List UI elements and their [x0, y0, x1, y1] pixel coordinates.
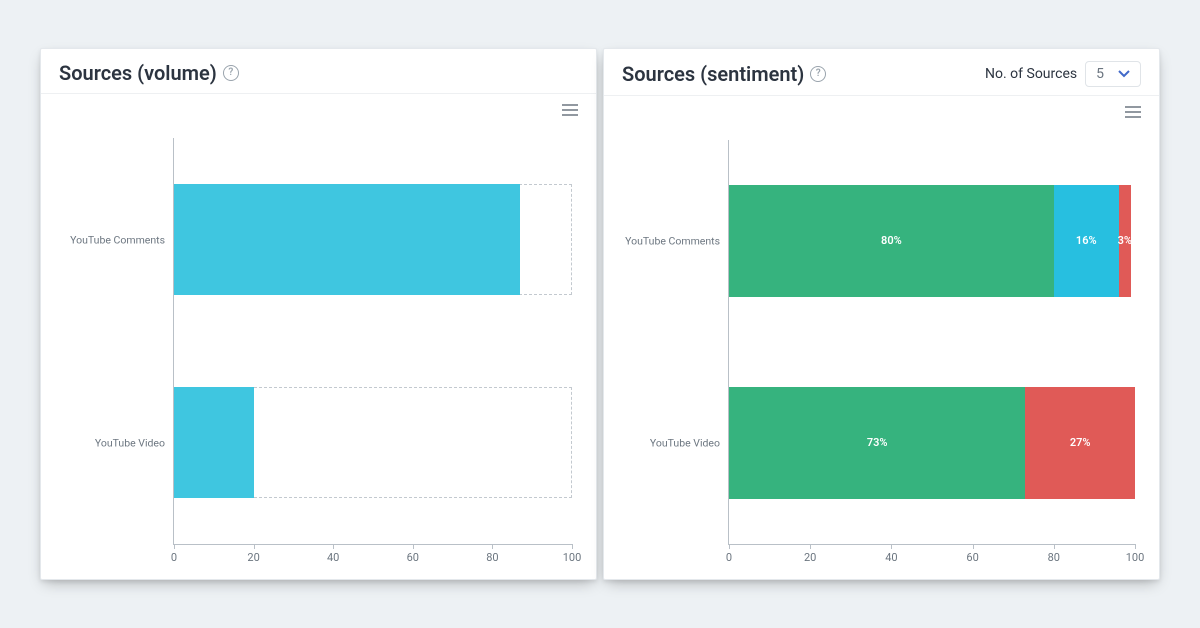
panel-title-text: Sources (volume) — [59, 61, 217, 85]
x-tick-mark — [413, 544, 414, 549]
hamburger-icon — [562, 104, 578, 116]
x-tick-mark — [1135, 544, 1136, 549]
x-tick-label: 20 — [247, 551, 259, 564]
bar-segment[interactable]: 16% — [1054, 185, 1119, 296]
chart-area-sentiment: 0 20 40 60 80 100 80%16%3% 73%27% YouTube Commen… — [604, 96, 1159, 579]
x-tick-mark — [973, 544, 974, 549]
x-tick-mark — [729, 544, 730, 549]
panel-title: Sources (sentiment) ? — [622, 62, 826, 86]
sentiment-chart: 02040608010080%16%3%73%27%YouTube Commen… — [618, 140, 1141, 545]
y-axis-label: YouTube Video — [618, 437, 720, 450]
help-icon[interactable]: ? — [810, 66, 826, 82]
sources-count-value: 5 — [1096, 66, 1104, 82]
x-tick-label: 100 — [563, 551, 582, 564]
plot-area: 020406080100 — [173, 138, 572, 545]
x-tick-label: 60 — [966, 551, 978, 564]
x-tick-mark — [891, 544, 892, 549]
sources-count-select[interactable]: 5 — [1085, 61, 1141, 87]
dashboard-row: Sources (volume) ? 020406080100YouTube C… — [0, 0, 1200, 628]
bar[interactable] — [174, 184, 520, 296]
x-tick-label: 100 — [1126, 551, 1145, 564]
sources-count-label: No. of Sources — [985, 66, 1077, 82]
plot-area: 02040608010080%16%3%73%27% — [728, 140, 1135, 545]
x-tick-mark — [254, 544, 255, 549]
x-tick-mark — [174, 544, 175, 549]
x-tick-mark — [333, 544, 334, 549]
x-tick-label: 20 — [804, 551, 816, 564]
panel-sources-volume: Sources (volume) ? 020406080100YouTube C… — [40, 48, 597, 580]
chevron-down-icon — [1118, 66, 1130, 82]
chart-menu-button[interactable] — [562, 104, 578, 116]
hamburger-icon — [1125, 106, 1141, 118]
bar-segment[interactable]: 73% — [729, 387, 1025, 498]
panel-sources-sentiment: Sources (sentiment) ? No. of Sources 5 0… — [603, 48, 1160, 580]
panel-header: Sources (sentiment) ? No. of Sources 5 — [604, 49, 1159, 96]
x-tick-mark — [810, 544, 811, 549]
panel-title: Sources (volume) ? — [59, 61, 239, 85]
x-tick-mark — [572, 544, 573, 549]
bar[interactable] — [174, 387, 254, 499]
x-tick-label: 80 — [486, 551, 498, 564]
chart-area-volume: 020406080100YouTube CommentsYouTube Vide… — [41, 94, 596, 579]
panel-header: Sources (volume) ? — [41, 49, 596, 94]
volume-chart: 020406080100 YouTube Comments YouTube Vide… — [55, 138, 578, 545]
x-tick-label: 40 — [327, 551, 339, 564]
bar-segment[interactable]: 80% — [729, 185, 1054, 296]
y-axis-label: YouTube Comments — [618, 235, 720, 248]
sources-count-control: No. of Sources 5 — [985, 61, 1141, 87]
x-tick-mark — [492, 544, 493, 549]
bar-segment[interactable]: 3% — [1119, 185, 1131, 296]
y-axis-label: YouTube Comments — [55, 233, 165, 246]
bar-segment[interactable]: 27% — [1025, 387, 1135, 498]
y-axis-label: YouTube Video — [55, 436, 165, 449]
x-tick-label: 60 — [407, 551, 419, 564]
x-tick-mark — [1054, 544, 1055, 549]
chart-menu-button[interactable] — [1125, 106, 1141, 118]
help-icon[interactable]: ? — [223, 65, 239, 81]
x-tick-label: 40 — [885, 551, 897, 564]
panel-title-text: Sources (sentiment) — [622, 62, 804, 86]
x-tick-label: 0 — [726, 551, 732, 564]
x-tick-label: 0 — [171, 551, 177, 564]
x-tick-label: 80 — [1048, 551, 1060, 564]
